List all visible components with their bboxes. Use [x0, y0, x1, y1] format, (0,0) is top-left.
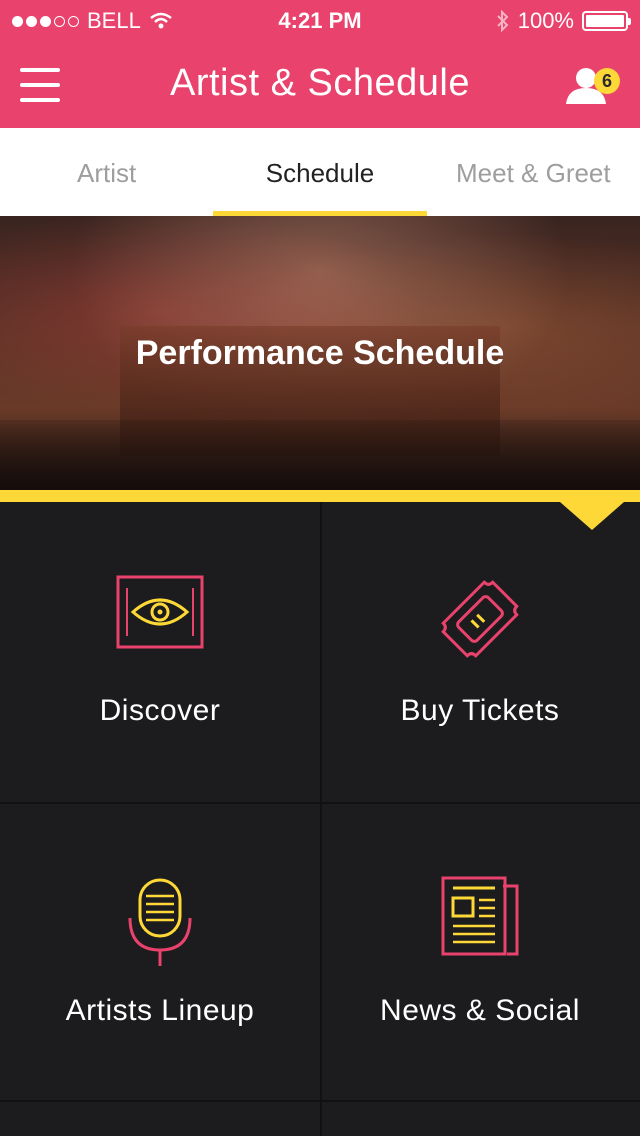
status-bar: BELL 4:21 PM 100%: [0, 0, 640, 40]
battery-icon: [582, 11, 631, 31]
bluetooth-icon: [497, 10, 509, 32]
battery-percent: 100%: [517, 8, 574, 33]
nav-bar: Artist & Schedule 6: [0, 40, 640, 128]
status-right: 100%: [496, 8, 631, 34]
menu-grid: Discover Buy Tickets Artists Lineup News…: [0, 502, 640, 1136]
newspaper-icon: [430, 874, 530, 964]
hero-title: Performance Schedule: [135, 334, 505, 372]
artists-lineup-tile[interactable]: Artists Lineup: [0, 802, 320, 1102]
artists-lineup-label: Artists Lineup: [65, 994, 255, 1027]
news-social-label: News & Social: [380, 994, 580, 1027]
tab-schedule[interactable]: Schedule: [213, 128, 427, 216]
page-title: Artist & Schedule: [170, 62, 470, 104]
eye-icon: [110, 574, 210, 664]
profile-button[interactable]: 6: [564, 64, 624, 108]
buy-tickets-label: Buy Tickets: [400, 694, 560, 727]
tab-bar: Artist Schedule Meet & Greet: [0, 128, 640, 216]
discover-tile[interactable]: Discover: [0, 502, 320, 802]
tab-artist[interactable]: Artist: [0, 128, 213, 216]
news-social-tile[interactable]: News & Social: [320, 802, 640, 1102]
app-header: BELL 4:21 PM 100% Artist & Schedule 6: [0, 0, 640, 128]
hero-banner: Performance Schedule: [0, 216, 640, 490]
hero-crowd-image: [0, 420, 640, 490]
notification-badge: 6: [594, 68, 620, 94]
microphone-icon: [110, 874, 210, 966]
hero-pointer-triangle: [560, 502, 624, 530]
discover-label: Discover: [99, 694, 221, 727]
ticket-icon: [430, 574, 530, 664]
buy-tickets-tile[interactable]: Buy Tickets: [320, 502, 640, 802]
hero-accent-bar: [0, 490, 640, 502]
tab-meet-and-greet[interactable]: Meet & Greet: [427, 128, 640, 216]
